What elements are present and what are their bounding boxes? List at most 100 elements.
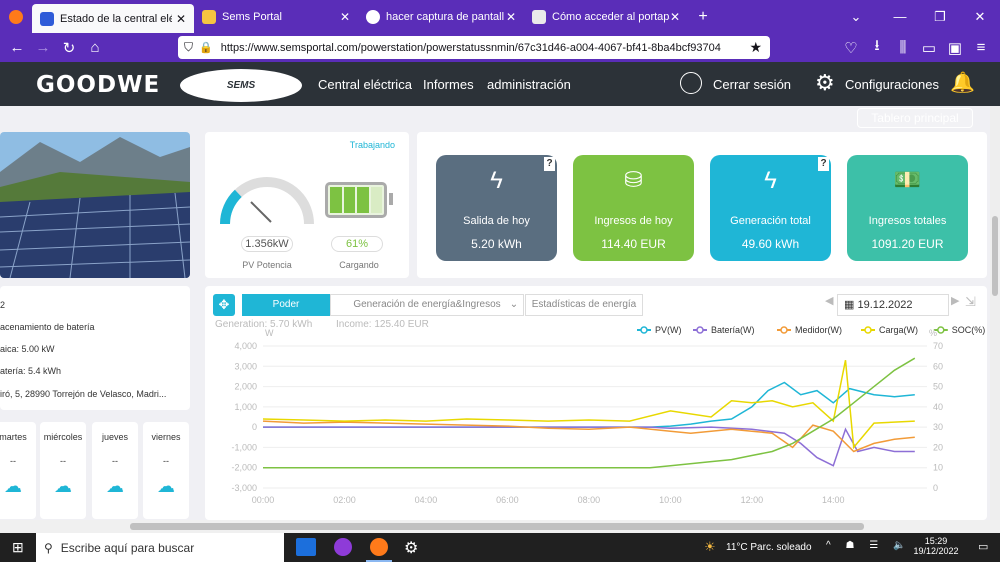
mail-icon[interactable] <box>296 538 316 556</box>
weather-day: viernes -- ☁ <box>143 422 189 519</box>
y-tick-left: 2,000 <box>234 382 257 392</box>
x-tick: 06:00 <box>496 495 519 505</box>
horizontal-scrollbar[interactable] <box>0 520 1000 533</box>
new-tab-icon[interactable]: + <box>688 0 718 33</box>
y-tick-left: 1,000 <box>234 402 257 412</box>
calendar-icon: ▦ <box>844 299 855 311</box>
tab-captura[interactable]: hacer captura de pantalla portal✕ <box>358 0 524 33</box>
site-header: GOODWE SEMS Central eléctrica Informes a… <box>0 62 1000 106</box>
gear-icon[interactable]: ⚙ <box>815 70 835 96</box>
bell-icon[interactable]: 🔔 <box>950 70 975 95</box>
tab-sems-portal[interactable]: Sems Portal ✕ <box>194 0 358 33</box>
chevron-down-icon[interactable]: ⌄ <box>505 294 523 316</box>
page-favicon-icon <box>532 9 546 24</box>
tab-list-chevron-icon[interactable]: ⌄ <box>836 0 876 33</box>
vertical-scrollbar[interactable] <box>990 106 1000 520</box>
y-tick-right: 40 <box>933 402 943 412</box>
pv-status-card: Trabajando 1.356kW PV Potencia 61% Carga… <box>205 132 409 278</box>
tab-estadisticas[interactable]: Estadísticas de energía <box>525 294 643 316</box>
extension-icon[interactable]: ▣ <box>942 39 968 57</box>
shield-icon: ⛉ <box>184 40 194 54</box>
download-icon[interactable]: ⭳ <box>864 35 890 60</box>
prev-date-icon[interactable]: ◀ <box>825 294 833 307</box>
legend-marker <box>640 326 648 334</box>
close-tab-icon[interactable]: ✕ <box>670 10 680 24</box>
x-tick: 04:00 <box>415 495 438 505</box>
pv-gauge <box>220 177 314 225</box>
legend-marker <box>780 326 788 334</box>
sems-logo[interactable]: SEMS <box>180 69 302 102</box>
minimize-icon[interactable]: — <box>880 0 920 33</box>
chart-card: ✥ Poder Generación de energía&Ingresos ⌄… <box>205 286 987 520</box>
weather-sun-icon: ☀ <box>704 539 716 554</box>
firefox-menu-icon[interactable] <box>0 0 32 33</box>
lock-icon: 🔒 <box>199 42 213 54</box>
taskbar-search[interactable]: ⚲ Escribe aquí para buscar <box>36 533 284 562</box>
nav-informes[interactable]: Informes <box>423 77 474 92</box>
export-icon[interactable]: ⇲ <box>965 294 976 310</box>
battery-icon <box>325 182 387 218</box>
windows-start-icon[interactable]: ⊞ <box>12 539 24 556</box>
pocket-icon[interactable]: ♡ <box>838 39 864 57</box>
close-tab-icon[interactable]: ✕ <box>506 10 516 24</box>
legend-label: Medidor(W) <box>795 325 842 335</box>
close-tab-icon[interactable]: ✕ <box>176 12 186 26</box>
clock[interactable]: 15:29 19/12/2022 <box>906 536 966 556</box>
logout-link[interactable]: Cerrar sesión <box>713 77 791 92</box>
legend-marker <box>864 326 872 334</box>
bookmark-star-icon[interactable]: ★ <box>749 39 762 56</box>
y-tick-right: 10 <box>933 463 943 473</box>
y-tick-left: 3,000 <box>234 361 257 371</box>
goodwe-favicon-icon <box>40 11 54 26</box>
library-icon[interactable]: ⫼ <box>890 39 916 56</box>
help-icon[interactable]: ? <box>544 157 555 171</box>
y-axis-label-right: % <box>929 328 937 338</box>
x-tick: 00:00 <box>252 495 275 505</box>
tab-portapapeles[interactable]: Cómo acceder al portapapeles✕ <box>524 0 688 33</box>
next-date-icon[interactable]: ▶ <box>951 294 959 307</box>
address-bar[interactable]: ⛉ 🔒 https://www.semsportal.com/powerstat… <box>178 36 770 59</box>
date-picker[interactable]: ▦ 19.12.2022 <box>837 294 949 316</box>
menu-icon[interactable]: ≡ <box>968 39 994 56</box>
y-tick-right: 20 <box>933 442 943 452</box>
weather-day: martes -- ☁ <box>0 422 36 519</box>
weather-day: miércoles -- ☁ <box>40 422 86 519</box>
back-icon[interactable]: ← <box>4 39 30 56</box>
settings-link[interactable]: Configuraciones <box>845 77 939 92</box>
gauge-fill <box>220 189 242 225</box>
firefox-taskbar-icon[interactable] <box>366 533 392 562</box>
google-favicon-icon <box>366 9 380 24</box>
notification-icon[interactable]: ▭ <box>978 540 988 553</box>
forward-icon[interactable]: → <box>30 39 56 56</box>
nav-central-electrica[interactable]: Central eléctrica <box>318 77 412 92</box>
series-line <box>262 360 915 450</box>
close-window-icon[interactable]: ✕ <box>960 0 1000 33</box>
tab-estado[interactable]: Estado de la central eléctrica - S✕ <box>32 4 194 33</box>
tab-generacion[interactable]: Generación de energía&Ingresos <box>330 294 524 316</box>
restore-icon[interactable]: ❐ <box>920 0 960 33</box>
help-icon[interactable]: ? <box>818 157 829 171</box>
nav-administracion[interactable]: administración <box>487 77 571 92</box>
sidebar-icon[interactable]: ▭ <box>916 39 942 57</box>
plant-info-card: 2 acenamiento de batería aica: 5.00 kW a… <box>0 286 190 410</box>
tray-icons[interactable]: ^ ☗ ☰ 🔈 <box>826 540 911 551</box>
plant-photo <box>0 132 190 278</box>
browser-tab-bar: Estado de la central eléctrica - S✕ Sems… <box>0 0 1000 33</box>
gauge-needle <box>250 201 272 223</box>
tab-poder[interactable]: Poder <box>242 294 330 316</box>
app-icon[interactable] <box>334 538 352 556</box>
battery-label: Cargando <box>339 260 379 270</box>
legend-label: Batería(W) <box>711 325 755 335</box>
x-tick: 12:00 <box>741 495 764 505</box>
user-icon[interactable] <box>680 72 702 94</box>
coins-icon: ⛁ <box>624 167 643 192</box>
home-icon[interactable]: ⌂ <box>82 39 108 56</box>
dashboard-button[interactable]: Tablero principal <box>857 108 973 128</box>
y-tick-right: 60 <box>933 361 943 371</box>
reload-icon[interactable]: ↻ <box>56 39 82 57</box>
stat-total-generation: ϟ ? Generación total 49.60 kWh <box>710 155 831 261</box>
close-tab-icon[interactable]: ✕ <box>340 10 350 24</box>
fullscreen-icon[interactable]: ✥ <box>213 294 235 316</box>
x-tick: 08:00 <box>578 495 601 505</box>
settings-taskbar-icon[interactable]: ⚙ <box>404 538 418 558</box>
